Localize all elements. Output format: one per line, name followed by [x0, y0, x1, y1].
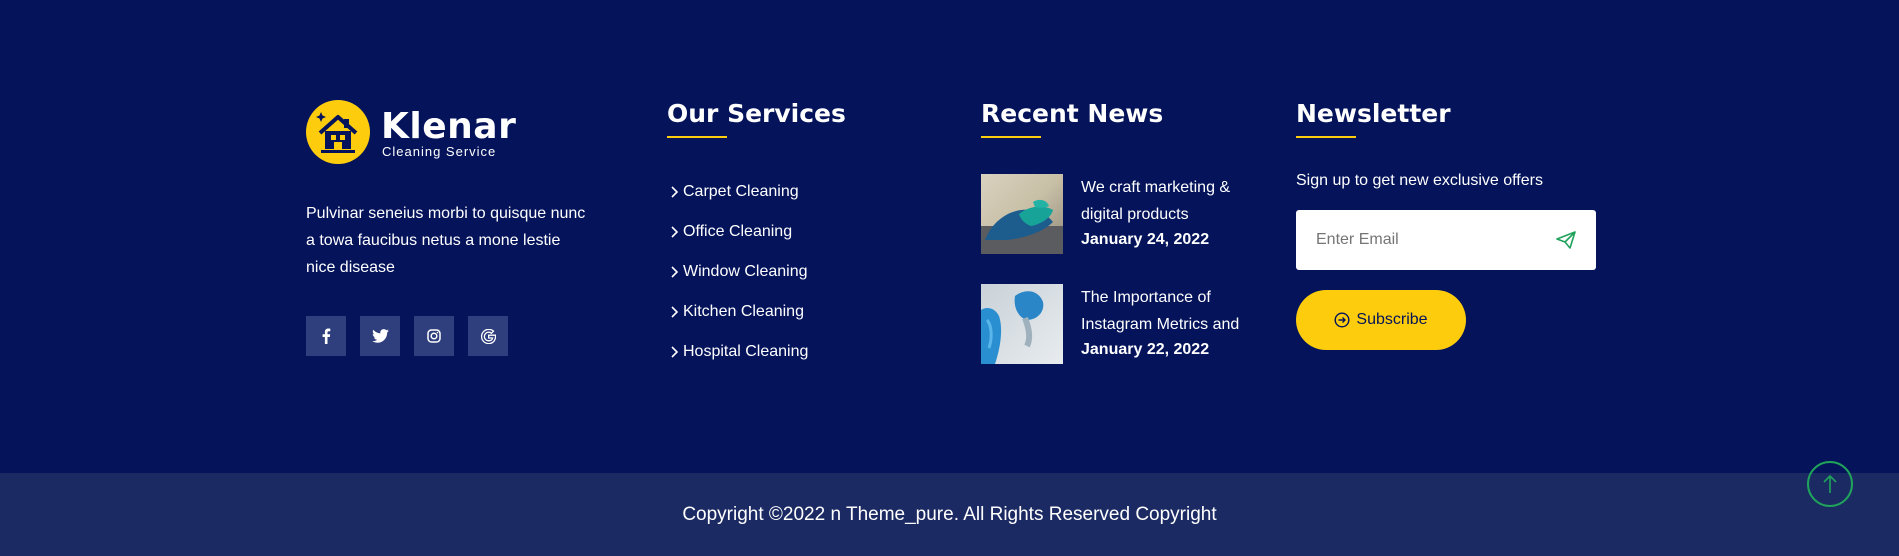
services-list: Carpet Cleaning Office Cleaning Window C… — [667, 172, 808, 372]
email-field-wrapper — [1296, 210, 1596, 270]
facebook-link[interactable] — [306, 316, 346, 356]
google-link[interactable] — [468, 316, 508, 356]
subscribe-button[interactable]: Subscribe — [1296, 290, 1466, 350]
chevron-right-icon — [671, 226, 679, 238]
service-link-carpet[interactable]: Carpet Cleaning — [667, 172, 808, 212]
news-title: Recent News — [981, 99, 1164, 128]
chevron-right-icon — [671, 306, 679, 318]
logo[interactable]: Klenar Cleaning Service — [306, 100, 526, 165]
news-title-link[interactable]: We craft marketing & digital products — [1081, 174, 1271, 228]
email-field[interactable] — [1316, 210, 1546, 270]
twitter-link[interactable] — [360, 316, 400, 356]
news-text: We craft marketing & digital products Ja… — [1081, 174, 1271, 249]
service-label: Office Cleaning — [683, 223, 793, 240]
back-to-top-button[interactable] — [1807, 461, 1853, 507]
news-text: The Importance of Instagram Metrics and … — [1081, 284, 1271, 359]
footer-main: Klenar Cleaning Service Pulvinar seneius… — [0, 0, 1899, 473]
social-links — [306, 316, 508, 356]
news-date: January 24, 2022 — [1081, 231, 1210, 248]
news-thumbnail[interactable] — [981, 174, 1063, 254]
house-logo-icon — [306, 100, 370, 164]
copyright-text: Copyright ©2022 n Theme_pure. All Rights… — [682, 504, 1217, 525]
title-underline — [1296, 136, 1356, 138]
send-icon[interactable] — [1556, 231, 1576, 249]
instagram-icon — [427, 329, 441, 343]
title-underline — [981, 136, 1041, 138]
subscribe-label: Subscribe — [1356, 311, 1428, 328]
google-icon — [480, 328, 496, 344]
service-label: Kitchen Cleaning — [683, 303, 804, 320]
about-text: Pulvinar seneius morbi to quisque nunc a… — [306, 205, 586, 276]
twitter-icon — [371, 329, 389, 343]
service-label: Window Cleaning — [683, 263, 808, 280]
news-thumbnail[interactable] — [981, 284, 1063, 364]
service-link-window[interactable]: Window Cleaning — [667, 252, 808, 292]
facebook-icon — [322, 328, 331, 344]
footer-bottom-bar: Copyright ©2022 n Theme_pure. All Rights… — [0, 473, 1899, 556]
newsletter-title: Newsletter — [1296, 99, 1451, 128]
chevron-right-icon — [671, 266, 679, 278]
service-label: Carpet Cleaning — [683, 183, 799, 200]
instagram-link[interactable] — [414, 316, 454, 356]
news-date: January 22, 2022 — [1081, 341, 1210, 358]
chevron-right-icon — [671, 186, 679, 198]
news-title-link[interactable]: The Importance of Instagram Metrics and — [1081, 284, 1271, 338]
service-link-hospital[interactable]: Hospital Cleaning — [667, 332, 808, 372]
news-item[interactable]: The Importance of Instagram Metrics and … — [981, 284, 1271, 366]
newsletter-text: Sign up to get new exclusive offers — [1296, 172, 1543, 189]
service-link-kitchen[interactable]: Kitchen Cleaning — [667, 292, 808, 332]
news-item[interactable]: We craft marketing & digital products Ja… — [981, 174, 1271, 256]
arrow-circle-icon — [1334, 312, 1350, 328]
title-underline — [667, 136, 727, 138]
arrow-up-icon — [1823, 474, 1837, 493]
brand-tagline: Cleaning Service — [382, 144, 497, 159]
service-label: Hospital Cleaning — [683, 343, 809, 360]
chevron-right-icon — [671, 346, 679, 358]
services-title: Our Services — [667, 99, 846, 128]
brand-name: Klenar — [381, 106, 517, 147]
service-link-office[interactable]: Office Cleaning — [667, 212, 808, 252]
